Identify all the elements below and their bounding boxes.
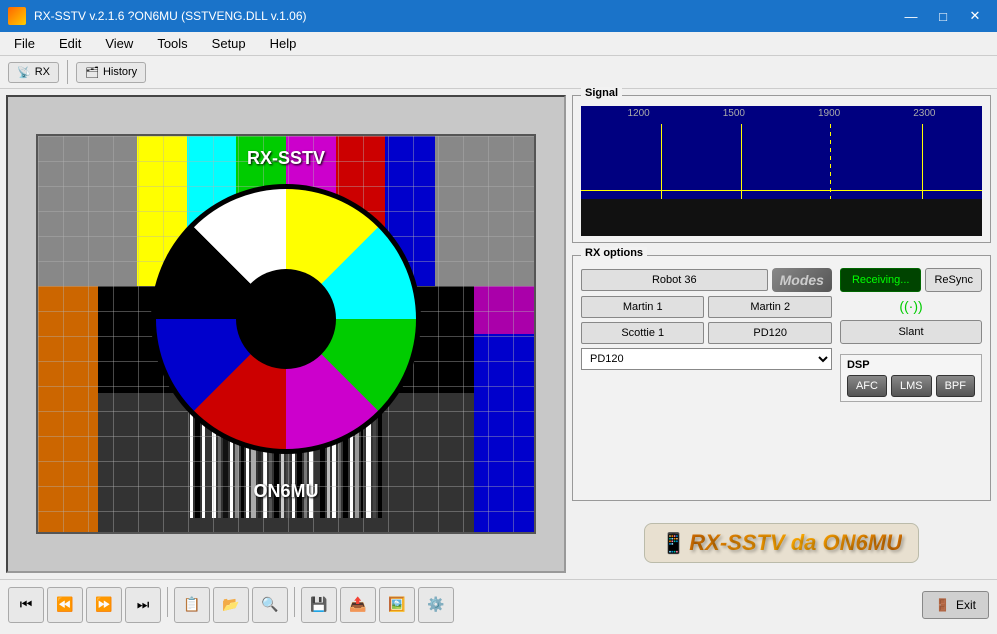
circle-center [236, 269, 336, 369]
menubar: File Edit View Tools Setup Help [0, 32, 997, 56]
nav-prev-button[interactable]: ⏪ [47, 587, 83, 623]
circle-outer [151, 184, 421, 454]
sstv-rx-text: RX-SSTV [247, 148, 325, 169]
sstv-image: RX-SSTV ON6MU [36, 134, 536, 534]
nav-next-button[interactable]: ⏩ [86, 587, 122, 623]
antenna-icon: 📡 [17, 66, 31, 79]
logo-container: 📱 RX-SSTV da ON6MU [644, 523, 919, 563]
bottom-nav-controls: ⏮ ⏪ ⏩ ⏭ 📋 📂 🔍 💾 📤 🖼️ ⚙️ [8, 587, 454, 623]
vline-2 [741, 124, 742, 199]
image-container: RX-SSTV ON6MU [6, 95, 566, 573]
mode-buttons-area: Robot 36 Modes Martin 1 Martin 2 Scottie… [581, 268, 832, 402]
robot36-button[interactable]: Robot 36 [581, 269, 768, 291]
window-title: RX-SSTV v.2.1.6 ?ON6MU (SSTVENG.DLL v.1.… [34, 9, 307, 23]
exit-button[interactable]: 🚪 Exit [922, 591, 989, 619]
martin2-button[interactable]: Martin 2 [708, 296, 831, 318]
wifi-icon: ((·)) [840, 298, 982, 314]
action-settings-button[interactable]: ⚙️ [418, 587, 454, 623]
sstv-callsign: ON6MU [253, 481, 318, 502]
freq-1500: 1500 [723, 108, 745, 122]
titlebar: RX-SSTV v.2.1.6 ?ON6MU (SSTVENG.DLL v.1.… [0, 0, 997, 32]
resync-button[interactable]: ReSync [925, 268, 982, 292]
mode-dropdown[interactable]: PD120 PD90 PD50 Martin 1 Martin 2 Scotti… [581, 348, 832, 370]
toolbar: 📡 RX 🗂 History [0, 56, 997, 89]
slant-button[interactable]: Slant [840, 320, 982, 344]
rx-options-title: RX options [581, 247, 647, 259]
right-panel: Signal 1200 1500 1900 2300 [572, 95, 991, 573]
martin-row: Martin 1 Martin 2 [581, 296, 832, 318]
signal-section: Signal 1200 1500 1900 2300 [572, 95, 991, 243]
exit-icon: 🚪 [935, 598, 950, 612]
bottom-separator-2 [294, 587, 295, 617]
rx-controls-area: Receiving... ReSync ((·)) Slant DSP AFC … [840, 268, 982, 402]
freq-scale: 1200 1500 1900 2300 [581, 106, 982, 124]
martin1-button[interactable]: Martin 1 [581, 296, 704, 318]
app-icon [8, 7, 26, 25]
bpf-button[interactable]: BPF [936, 375, 975, 397]
bottom-right-controls: 🚪 Exit [922, 591, 989, 619]
dsp-buttons: AFC LMS BPF [847, 375, 975, 397]
vline-1 [661, 124, 662, 199]
afc-button[interactable]: AFC [847, 375, 887, 397]
freq-1200: 1200 [628, 108, 650, 122]
hline-bottom [581, 190, 982, 191]
receiving-button[interactable]: Receiving... [840, 268, 922, 292]
rx-options-section: RX options Robot 36 Modes Martin 1 Marti… [572, 255, 991, 501]
modes-badge[interactable]: Modes [772, 268, 832, 292]
rx-button[interactable]: 📡 RX [8, 62, 59, 83]
scottie-row: Scottie 1 PD120 [581, 322, 832, 344]
signal-waterfall [581, 199, 982, 236]
nav-last-button[interactable]: ⏭ [125, 587, 161, 623]
rx-options-content: Robot 36 Modes Martin 1 Martin 2 Scottie… [581, 268, 982, 402]
menu-help[interactable]: Help [264, 34, 303, 53]
dsp-title: DSP [847, 359, 975, 371]
toolbar-separator [67, 60, 68, 84]
maximize-button[interactable]: □ [929, 6, 957, 26]
action-copy-button[interactable]: 📋 [174, 587, 210, 623]
circle-inner [156, 189, 416, 449]
action-save-button[interactable]: 💾 [301, 587, 337, 623]
bottom-bar: ⏮ ⏪ ⏩ ⏭ 📋 📂 🔍 💾 📤 🖼️ ⚙️ 🚪 Exit [0, 579, 997, 629]
menu-file[interactable]: File [8, 34, 41, 53]
signal-display: 1200 1500 1900 2300 [581, 106, 982, 236]
action-export-button[interactable]: 📤 [340, 587, 376, 623]
history-button[interactable]: 🗂 History [76, 62, 146, 83]
receiving-row: Receiving... ReSync [840, 268, 982, 292]
action-search-button[interactable]: 🔍 [252, 587, 288, 623]
menu-view[interactable]: View [99, 34, 139, 53]
pd120-button[interactable]: PD120 [708, 322, 831, 344]
action-view-button[interactable]: 🖼️ [379, 587, 415, 623]
signal-section-title: Signal [581, 87, 622, 99]
logo-text: RX-SSTV da ON6MU [689, 530, 902, 555]
logo-area: 📱 RX-SSTV da ON6MU [572, 513, 991, 573]
dropdown-row: PD120 PD90 PD50 Martin 1 Martin 2 Scotti… [581, 348, 832, 370]
vline-dashed [830, 124, 831, 199]
scottie1-button[interactable]: Scottie 1 [581, 322, 704, 344]
freq-2300: 2300 [913, 108, 935, 122]
history-label: History [103, 66, 137, 78]
main-content: RX-SSTV ON6MU Signal 1200 1500 1900 2300 [0, 89, 997, 579]
vline-3 [922, 124, 923, 199]
lms-button[interactable]: LMS [891, 375, 932, 397]
history-icon: 🗂 [85, 66, 99, 79]
exit-label: Exit [956, 598, 976, 612]
signal-lines-area [581, 124, 982, 199]
close-button[interactable]: ✕ [961, 6, 989, 26]
logo-device-icon: 📱 [661, 533, 686, 555]
bottom-separator-1 [167, 587, 168, 617]
dsp-section: DSP AFC LMS BPF [840, 354, 982, 402]
titlebar-controls: — □ ✕ [897, 6, 989, 26]
menu-tools[interactable]: Tools [151, 34, 193, 53]
freq-1900: 1900 [818, 108, 840, 122]
nav-first-button[interactable]: ⏮ [8, 587, 44, 623]
menu-edit[interactable]: Edit [53, 34, 87, 53]
action-open-button[interactable]: 📂 [213, 587, 249, 623]
rx-label: RX [35, 66, 50, 78]
minimize-button[interactable]: — [897, 6, 925, 26]
left-panel: RX-SSTV ON6MU [6, 95, 566, 573]
menu-setup[interactable]: Setup [206, 34, 252, 53]
